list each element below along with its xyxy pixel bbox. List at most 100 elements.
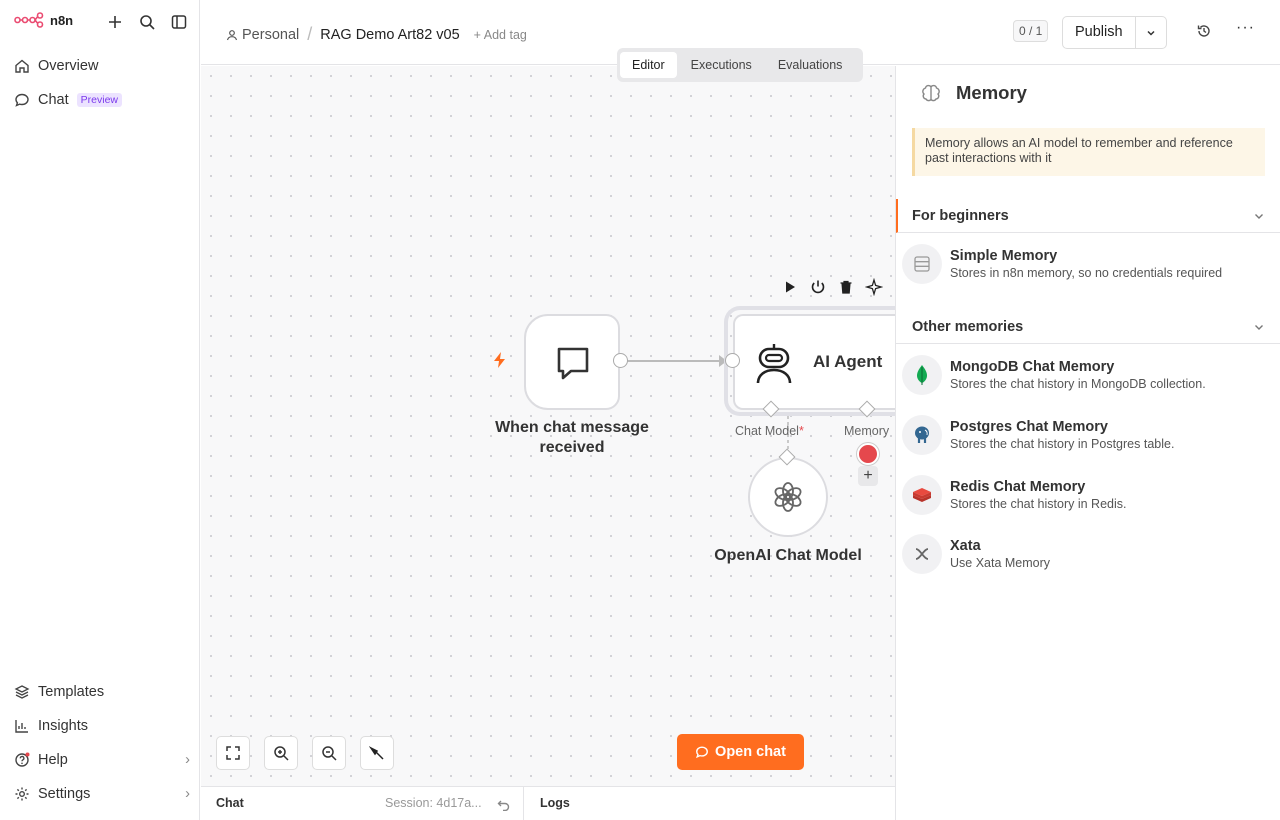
more-options-icon[interactable]: ··· bbox=[1236, 19, 1255, 37]
list-item-mongodb-memory[interactable]: MongoDB Chat Memory Stores the chat hist… bbox=[902, 349, 1272, 401]
chat-panel-header[interactable]: Chat Session: 4d17a... bbox=[201, 787, 524, 820]
mongodb-leaf-icon bbox=[902, 355, 942, 395]
sidebar-item-settings[interactable]: Settings › bbox=[14, 786, 190, 802]
help-circle-icon bbox=[15, 752, 30, 767]
item-description: Stores the chat history in Redis. bbox=[950, 497, 1127, 511]
sidebar-item-label: Chat bbox=[38, 92, 69, 108]
openai-model-label: OpenAI Chat Model bbox=[714, 547, 862, 564]
chevron-down-icon[interactable] bbox=[1136, 17, 1166, 48]
sidebar: n8n Overview Chat Preview Templates Insi… bbox=[0, 0, 200, 820]
sidebar-item-overview[interactable]: Overview bbox=[14, 58, 190, 74]
gear-icon bbox=[15, 787, 29, 801]
bar-chart-icon bbox=[15, 720, 28, 733]
breadcrumb-separator: / bbox=[307, 24, 313, 44]
chat-message-icon bbox=[557, 347, 589, 380]
sidebar-item-insights[interactable]: Insights bbox=[14, 718, 190, 734]
history-icon[interactable] bbox=[1196, 23, 1212, 42]
play-icon[interactable] bbox=[781, 278, 799, 296]
sparkle-icon[interactable] bbox=[865, 278, 883, 296]
item-description: Stores the chat history in MongoDB colle… bbox=[950, 377, 1206, 391]
home-icon bbox=[15, 59, 29, 73]
add-memory-button[interactable]: + bbox=[858, 466, 878, 486]
fullscreen-icon bbox=[226, 746, 240, 760]
zoom-out-button[interactable] bbox=[312, 736, 346, 770]
chevron-down-icon bbox=[1253, 199, 1265, 233]
item-title: Postgres Chat Memory bbox=[950, 419, 1108, 435]
workflow-name[interactable]: RAG Demo Art82 v05 bbox=[320, 27, 459, 43]
tab-editor[interactable]: Editor bbox=[620, 52, 677, 78]
preview-badge: Preview bbox=[76, 93, 122, 107]
redis-cube-icon bbox=[902, 475, 942, 515]
openai-icon bbox=[774, 482, 802, 512]
robot-icon bbox=[756, 344, 792, 384]
item-title: Redis Chat Memory bbox=[950, 479, 1086, 495]
sidebar-tools bbox=[105, 12, 189, 32]
undo-icon[interactable] bbox=[497, 797, 511, 811]
publish-button[interactable]: Publish bbox=[1063, 17, 1136, 48]
project-name: Personal bbox=[242, 26, 300, 43]
database-icon bbox=[902, 244, 942, 284]
sidebar-item-help[interactable]: Help › bbox=[14, 752, 190, 768]
brain-icon bbox=[922, 84, 940, 102]
trash-icon[interactable] bbox=[837, 278, 855, 296]
sidebar-item-label: Insights bbox=[38, 718, 88, 734]
sidebar-item-label: Templates bbox=[38, 684, 105, 700]
n8n-logo-icon bbox=[14, 12, 44, 28]
publish-button-group: Publish bbox=[1062, 16, 1167, 49]
trigger-node-label: When chat message received bbox=[495, 419, 649, 456]
zoom-out-icon bbox=[322, 746, 337, 761]
memory-notice: Memory allows an AI model to remember an… bbox=[912, 128, 1265, 176]
list-item-simple-memory[interactable]: Simple Memory Stores in n8n memory, so n… bbox=[902, 238, 1272, 290]
tab-executions[interactable]: Executions bbox=[679, 52, 764, 78]
item-title: Simple Memory bbox=[950, 248, 1058, 264]
lightning-icon bbox=[494, 352, 505, 368]
list-item-xata-memory[interactable]: Xata Use Xata Memory bbox=[902, 528, 1272, 580]
ai-agent-node[interactable]: AI Agent bbox=[733, 314, 895, 410]
search-icon[interactable] bbox=[137, 12, 157, 32]
openai-model-node[interactable] bbox=[748, 457, 828, 537]
open-chat-label: Open chat bbox=[715, 744, 786, 760]
power-icon[interactable] bbox=[809, 278, 827, 296]
agent-input-handle[interactable] bbox=[725, 353, 740, 368]
add-tag-button[interactable]: + Add tag bbox=[474, 28, 527, 42]
plus-icon[interactable] bbox=[105, 12, 125, 32]
chevron-right-icon: › bbox=[185, 752, 190, 768]
sidebar-item-chat[interactable]: Chat Preview bbox=[14, 92, 190, 108]
sidebar-item-templates[interactable]: Templates bbox=[14, 684, 190, 700]
tidy-up-button[interactable] bbox=[360, 736, 394, 770]
required-marker: * bbox=[798, 424, 804, 438]
brand-name: n8n bbox=[50, 12, 74, 28]
node-toolbar bbox=[781, 278, 883, 296]
ai-agent-title: AI Agent bbox=[813, 352, 883, 371]
brand-logo[interactable]: n8n bbox=[14, 12, 73, 28]
tab-evaluations[interactable]: Evaluations bbox=[766, 52, 855, 78]
postgres-elephant-icon bbox=[902, 415, 942, 455]
list-item-redis-memory[interactable]: Redis Chat Memory Stores the chat histor… bbox=[902, 469, 1272, 521]
list-item-postgres-memory[interactable]: Postgres Chat Memory Stores the chat his… bbox=[902, 409, 1272, 461]
version-counter: 0 / 1 bbox=[1013, 20, 1049, 42]
view-tabs: Editor Executions Evaluations bbox=[617, 48, 863, 82]
chat-model-port-label: Chat Model* bbox=[735, 424, 804, 438]
section-other-memories[interactable]: Other memories bbox=[896, 310, 1280, 344]
chat-bubble-icon bbox=[15, 93, 29, 107]
trigger-node[interactable] bbox=[524, 314, 620, 410]
sidebar-toggle-icon[interactable] bbox=[169, 12, 189, 32]
bottom-bar: Chat Session: 4d17a... Logs bbox=[201, 786, 895, 820]
trigger-output-handle[interactable] bbox=[613, 353, 628, 368]
open-chat-button[interactable]: Open chat bbox=[677, 734, 804, 770]
item-description: Stores in n8n memory, so no credentials … bbox=[950, 266, 1223, 280]
chevron-right-icon: › bbox=[185, 786, 190, 802]
item-title: Xata bbox=[950, 538, 981, 554]
logs-panel-label[interactable]: Logs bbox=[540, 796, 570, 810]
memory-port-label: Memory bbox=[844, 424, 890, 438]
sidebar-item-label: Help bbox=[38, 752, 68, 768]
section-for-beginners[interactable]: For beginners bbox=[896, 199, 1280, 233]
item-description: Use Xata Memory bbox=[950, 556, 1051, 570]
project-link[interactable]: Personal bbox=[226, 27, 299, 43]
fit-view-button[interactable] bbox=[216, 736, 250, 770]
zoom-in-button[interactable] bbox=[264, 736, 298, 770]
session-id: Session: 4d17a... bbox=[385, 796, 482, 810]
sidebar-item-label: Settings bbox=[38, 786, 91, 802]
memory-connection-dot[interactable] bbox=[857, 443, 879, 465]
workflow-canvas[interactable]: When chat message received AI Agent Chat… bbox=[201, 66, 895, 786]
